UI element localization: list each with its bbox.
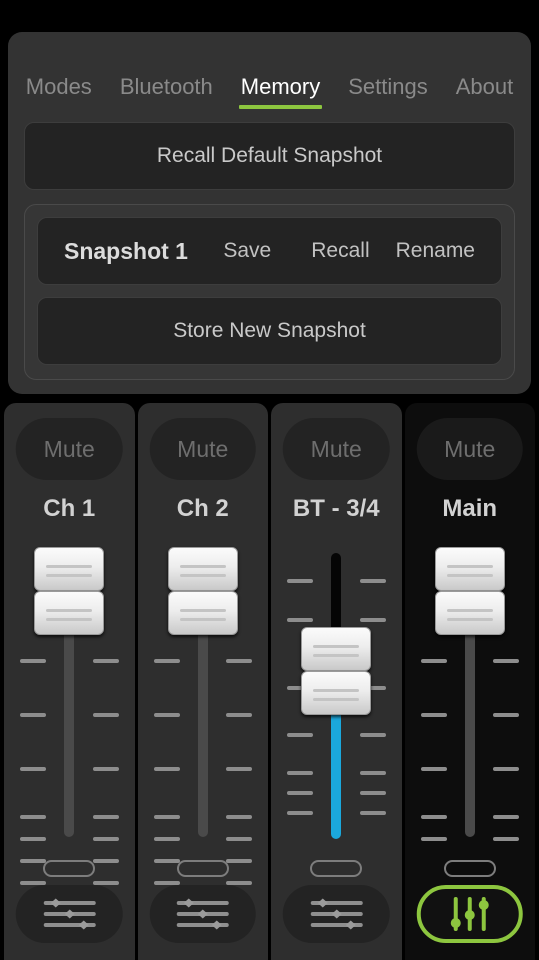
eq-button-main[interactable] [416,885,523,943]
eq-button-bt34[interactable] [283,885,390,943]
mute-button-ch1[interactable]: Mute [16,418,123,480]
channel-strip-container: Mute Ch 1 Mute Ch 2 Mute BT - 3/4 Mute M… [0,403,539,960]
tab-memory-label: Memory [240,74,321,99]
sliders-vertical-icon [450,897,489,931]
tab-about-label: About [455,74,514,99]
mute-button-ch2[interactable]: Mute [149,418,256,480]
mute-button-main[interactable]: Mute [416,418,523,480]
sliders-horizontal-icon [310,898,363,930]
sliders-horizontal-icon [176,898,229,930]
channel-strip-ch1: Mute Ch 1 [4,403,135,960]
eq-button-ch1[interactable] [16,885,123,943]
pan-indicator-ch2[interactable] [176,860,229,877]
channel-label-bt34: BT - 3/4 [292,495,380,522]
snapshot-actions: Save Recall Rename [188,239,501,263]
fader-cap-lower-main[interactable] [434,591,505,635]
fader-cap-lower-bt34[interactable] [301,671,372,715]
eq-button-ch2[interactable] [149,885,256,943]
recall-default-snapshot-label: Recall Default Snapshot [156,144,383,167]
tab-bar: Modes Bluetooth Memory Settings About [8,72,531,109]
pan-indicator-ch1[interactable] [43,860,96,877]
fader-cap-upper-ch1[interactable] [34,547,105,591]
fader-ch2[interactable] [138,543,269,885]
sliders-horizontal-icon [43,898,96,930]
fader-cap-lower-ch1[interactable] [34,591,105,635]
mute-button-bt34-label: Mute [310,435,362,462]
fader-bt34[interactable] [271,543,402,843]
tab-memory[interactable]: Memory [227,72,334,109]
mute-button-ch1-label: Mute [43,435,95,462]
memory-content: Recall Default Snapshot Snapshot 1 Save … [24,122,515,380]
mute-button-bt34[interactable]: Mute [283,418,390,480]
tab-about[interactable]: About [442,72,528,102]
tab-modes[interactable]: Modes [12,72,106,102]
channel-label-main: Main [442,495,498,522]
snapshot-name: Snapshot 1 [64,237,188,264]
active-tab-underline [238,105,323,109]
fader-main[interactable] [405,543,536,843]
store-new-snapshot-button[interactable]: Store New Snapshot [37,297,502,365]
fader-cap-upper-bt34[interactable] [301,627,372,671]
fader-cap-upper-main[interactable] [434,547,505,591]
fader-cap-lower-ch2[interactable] [167,591,238,635]
channel-strip-bt34: Mute BT - 3/4 [271,403,402,960]
snapshot-rename-button[interactable]: Rename [396,239,475,263]
recall-default-snapshot-button[interactable]: Recall Default Snapshot [24,122,515,190]
snapshot-save-button[interactable]: Save [223,239,271,263]
fader-ch1[interactable] [4,543,135,885]
pan-indicator-main[interactable] [443,860,496,877]
snapshot-recall-button[interactable]: Recall [311,239,369,263]
channel-strip-ch2: Mute Ch 2 [137,403,269,960]
channel-label-ch2: Ch 2 [176,495,229,522]
pan-indicator-bt34[interactable] [310,860,363,877]
app-root: Modes Bluetooth Memory Settings About Re… [0,0,539,960]
mute-button-ch2-label: Mute [177,435,229,462]
channel-strip-main: Mute Main [404,403,536,960]
tab-modes-label: Modes [25,74,92,99]
tab-settings[interactable]: Settings [334,72,442,102]
memory-panel: Modes Bluetooth Memory Settings About Re… [8,32,531,394]
channel-label-ch1: Ch 1 [43,495,96,522]
tab-settings-label: Settings [348,74,428,99]
store-new-snapshot-label: Store New Snapshot [173,319,366,342]
tab-bluetooth[interactable]: Bluetooth [106,72,227,102]
snapshot-list-container: Snapshot 1 Save Recall Rename Store New … [24,204,515,380]
mute-button-main-label: Mute [444,435,496,462]
tab-bluetooth-label: Bluetooth [119,74,213,99]
snapshot-row[interactable]: Snapshot 1 Save Recall Rename [37,217,502,285]
fader-cap-upper-ch2[interactable] [167,547,238,591]
